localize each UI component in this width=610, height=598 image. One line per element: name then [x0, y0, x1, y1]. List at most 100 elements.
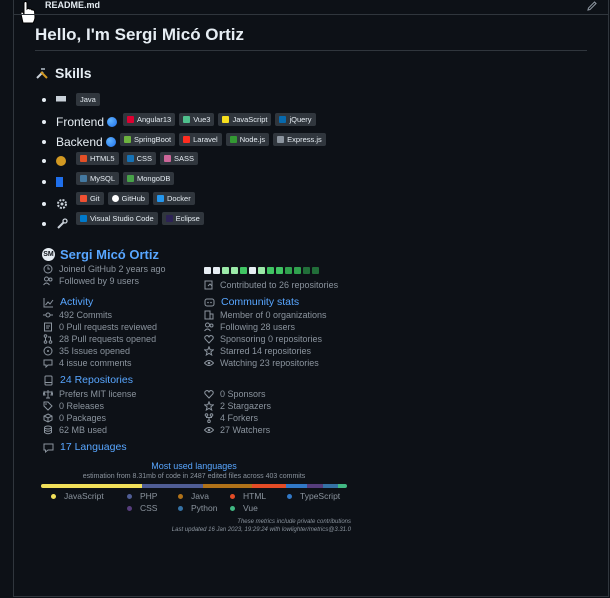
- activity-title: Activity: [60, 296, 94, 308]
- skill-row-backend: Backend: [42, 135, 116, 149]
- octoface-icon: [204, 298, 215, 306]
- sponsoring-stat: Sponsoring 0 repositories: [204, 334, 322, 344]
- bullet: [42, 159, 46, 163]
- badge-javascript: JavaScript: [218, 113, 272, 126]
- watching-stat-text: Watching 23 repositories: [220, 358, 319, 368]
- skills-heading: Skills: [35, 65, 92, 81]
- community-title: Community stats: [221, 296, 300, 308]
- sponsors-stat-text: 0 Sponsors: [220, 389, 266, 399]
- calendar-day: [303, 267, 310, 274]
- bullet: [42, 120, 46, 124]
- frontend-label: Frontend: [56, 115, 105, 129]
- globe-icon: [107, 117, 118, 127]
- language-color-dot: [127, 493, 132, 499]
- palette-icon: [56, 156, 66, 166]
- watchers-stat-text: 27 Watchers: [220, 425, 271, 435]
- eye-icon: [204, 360, 214, 366]
- metrics-name-text: Sergi Micó Ortiz: [60, 247, 159, 262]
- language-color-dot: [127, 505, 132, 511]
- repositories-heading[interactable]: 24 Repositories: [43, 374, 133, 386]
- license-stat: Prefers MIT license: [43, 389, 136, 399]
- bullet: [42, 222, 46, 226]
- following-stat-text: Following 28 users: [220, 322, 296, 332]
- badge-css: CSS: [122, 152, 157, 165]
- packages-stat-text: 0 Packages: [59, 413, 107, 423]
- issue-comments-stat: 4 issue comments: [43, 358, 132, 368]
- calendar-day: [213, 267, 220, 274]
- pull-request-icon: [43, 334, 53, 344]
- skill-row-databases: [42, 177, 69, 187]
- skill-row-editors: [42, 218, 74, 230]
- calendar-day: [285, 267, 292, 274]
- metrics-name[interactable]: SM Sergi Micó Ortiz: [42, 247, 159, 262]
- prs-opened-stat: 28 Pull requests opened: [43, 334, 156, 344]
- badge-nodejs: Node.js: [225, 133, 270, 146]
- releases-stat: 0 Releases: [43, 401, 104, 411]
- pencil-edit-icon[interactable]: [586, 0, 598, 12]
- calendar-day: [204, 267, 211, 274]
- skill-row-languages: [42, 96, 72, 104]
- language-color-dot: [287, 493, 292, 499]
- badge-mongodb: MongoDB: [123, 172, 175, 185]
- watching-stat: Watching 23 repositories: [204, 358, 319, 368]
- law-icon: [43, 390, 53, 399]
- language-bar-segment: [322, 484, 338, 488]
- languages-link-text: 17 Languages: [60, 441, 127, 453]
- organizations-stat-text: Member of 0 organizations: [220, 310, 327, 320]
- heart-icon: [204, 390, 214, 399]
- issues-opened-stat: 35 Issues opened: [43, 346, 130, 356]
- contributed-text: Contributed to 26 repositories: [220, 280, 339, 290]
- repo-icon: [44, 375, 53, 385]
- language-bar-segment: [307, 484, 323, 488]
- avatar: SM: [42, 248, 55, 261]
- language-bar-segment: [203, 484, 253, 488]
- language-name: Python: [191, 503, 218, 513]
- releases-stat-text: 0 Releases: [59, 401, 105, 411]
- language-color-dot: [51, 493, 56, 499]
- community-heading[interactable]: Community stats: [204, 296, 299, 308]
- package-icon: [43, 413, 53, 423]
- following-stat: Following 28 users: [204, 322, 295, 332]
- repo-forked-icon: [204, 413, 214, 423]
- readme-title: Hello, I'm Sergi Micó Ortiz: [35, 25, 245, 44]
- calendar-day: [240, 267, 247, 274]
- footer-note: These metrics include private contributi…: [237, 519, 351, 525]
- activity-heading[interactable]: Activity: [43, 296, 93, 308]
- bullet: [42, 140, 46, 144]
- calendar-day: [222, 267, 229, 274]
- disk-usage-stat-text: 62 MB used: [59, 425, 108, 435]
- badge-eclipse: Eclipse: [161, 212, 204, 225]
- calendar-day: [231, 267, 238, 274]
- badge-html5: HTML5: [76, 152, 119, 165]
- bullet: [42, 98, 46, 102]
- eye-icon: [204, 427, 214, 433]
- globe-icon: [105, 137, 116, 147]
- commits-stat-text: 492 Commits: [59, 310, 113, 320]
- language-name: JavaScript: [64, 491, 104, 501]
- tag-icon: [43, 401, 53, 411]
- star-icon: [204, 401, 214, 411]
- badges-frontend: Angular13 Vue3 JavaScript jQuery: [123, 113, 316, 126]
- badges-databases: MySQL MongoDB: [76, 172, 175, 185]
- backend-label: Backend: [56, 135, 103, 149]
- bullet: [42, 202, 46, 206]
- forkers-stat: 4 Forkers: [204, 413, 258, 423]
- language-name: Java: [191, 491, 209, 501]
- languages-heading[interactable]: 17 Languages: [43, 441, 127, 453]
- file-name: README.md: [45, 0, 101, 10]
- starred-stat-text: Starred 14 repositories: [220, 346, 312, 356]
- skill-row-tools: [42, 198, 74, 210]
- joined-stat: Joined GitHub 2 years ago: [43, 264, 166, 274]
- skill-row-styling: [42, 156, 72, 166]
- language-name: Vue: [243, 503, 258, 513]
- title-divider: [35, 50, 587, 51]
- hand-cursor-icon: [20, 0, 36, 24]
- contribution-calendar: [204, 267, 319, 274]
- people-icon: [204, 322, 214, 332]
- language-bar-segment: [41, 484, 142, 488]
- language-color-dot: [230, 493, 235, 499]
- comment-icon: [43, 443, 54, 453]
- language-legend-item: CSS: [127, 503, 157, 513]
- language-legend-item: Java: [178, 491, 209, 501]
- calendar-day: [258, 267, 265, 274]
